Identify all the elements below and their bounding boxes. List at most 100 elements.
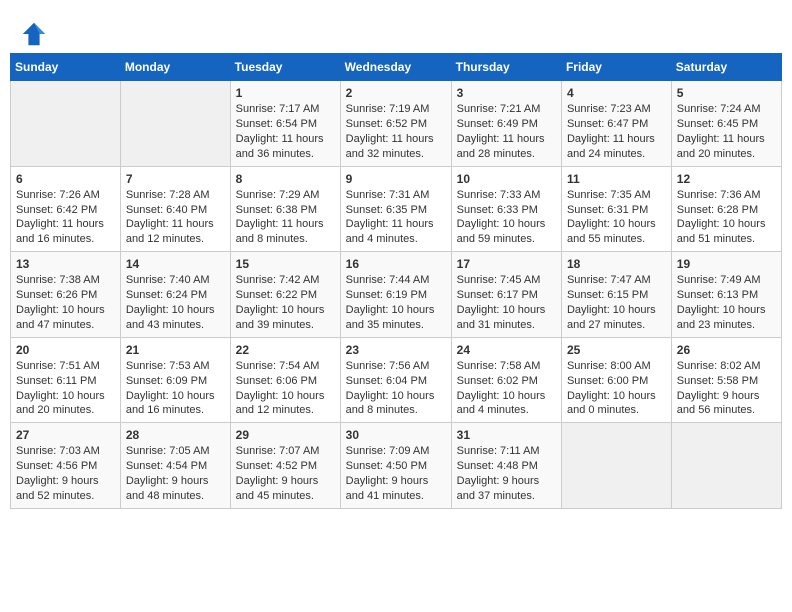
day-number: 24 (457, 342, 556, 358)
day-number: 19 (677, 256, 776, 272)
calendar-cell: 14Sunrise: 7:40 AMSunset: 6:24 PMDayligh… (120, 252, 230, 338)
day-number: 28 (126, 427, 225, 443)
day-content: Sunset: 6:06 PM (236, 374, 335, 389)
day-content: Sunrise: 7:42 AM (236, 273, 335, 288)
calendar-cell: 11Sunrise: 7:35 AMSunset: 6:31 PMDayligh… (561, 166, 671, 252)
day-content: Daylight: 10 hours and 31 minutes. (457, 303, 556, 333)
day-content: Sunset: 6:52 PM (346, 117, 446, 132)
day-content: Sunset: 4:48 PM (457, 459, 556, 474)
day-content: Sunrise: 7:38 AM (16, 273, 115, 288)
day-content: Sunrise: 7:21 AM (457, 102, 556, 117)
calendar-cell: 2Sunrise: 7:19 AMSunset: 6:52 PMDaylight… (340, 81, 451, 167)
day-content: Daylight: 10 hours and 16 minutes. (126, 389, 225, 419)
day-content: Sunrise: 8:02 AM (677, 359, 776, 374)
calendar-cell: 10Sunrise: 7:33 AMSunset: 6:33 PMDayligh… (451, 166, 561, 252)
day-content: Sunset: 4:50 PM (346, 459, 446, 474)
day-header-sunday: Sunday (11, 54, 121, 81)
day-number: 10 (457, 171, 556, 187)
calendar-cell (120, 81, 230, 167)
day-content: Sunset: 6:09 PM (126, 374, 225, 389)
day-number: 29 (236, 427, 335, 443)
day-number: 26 (677, 342, 776, 358)
calendar-cell: 13Sunrise: 7:38 AMSunset: 6:26 PMDayligh… (11, 252, 121, 338)
calendar-week-row: 13Sunrise: 7:38 AMSunset: 6:26 PM Dayligh… (11, 252, 782, 338)
day-content: Daylight: 10 hours and 59 minutes. (457, 217, 556, 247)
day-header-monday: Monday (120, 54, 230, 81)
day-content: Sunset: 6:15 PM (567, 288, 666, 303)
calendar-cell: 1Sunrise: 7:17 AMSunset: 6:54 PMDaylight… (230, 81, 340, 167)
day-content: Daylight: 9 hours and 45 minutes. (236, 474, 335, 504)
calendar-week-row: 27Sunrise: 7:03 AMSunset: 4:56 PM Dayligh… (11, 423, 782, 509)
calendar-cell: 20Sunrise: 7:51 AMSunset: 6:11 PMDayligh… (11, 337, 121, 423)
day-content: Sunset: 6:31 PM (567, 203, 666, 218)
calendar-cell: 6Sunrise: 7:26 AMSunset: 6:42 PMDaylight… (11, 166, 121, 252)
calendar-week-row: 1Sunrise: 7:17 AMSunset: 6:54 PMDaylight… (11, 81, 782, 167)
day-content: Daylight: 11 hours and 28 minutes. (457, 132, 556, 162)
day-content: Sunrise: 7:58 AM (457, 359, 556, 374)
day-content: Daylight: 11 hours and 36 minutes. (236, 132, 335, 162)
page-header (10, 10, 782, 53)
day-number: 8 (236, 171, 335, 187)
day-content: Daylight: 10 hours and 4 minutes. (457, 389, 556, 419)
day-number: 13 (16, 256, 115, 272)
day-content: Sunset: 6:54 PM (236, 117, 335, 132)
day-content: Sunset: 6:35 PM (346, 203, 446, 218)
day-content: Sunset: 6:11 PM (16, 374, 115, 389)
day-content: Sunrise: 7:51 AM (16, 359, 115, 374)
day-content: Daylight: 11 hours and 24 minutes. (567, 132, 666, 162)
day-number: 27 (16, 427, 115, 443)
day-number: 7 (126, 171, 225, 187)
day-content: Sunrise: 7:03 AM (16, 444, 115, 459)
day-content: Daylight: 10 hours and 20 minutes. (16, 389, 115, 419)
day-content: Sunrise: 7:36 AM (677, 188, 776, 203)
day-content: Sunrise: 7:07 AM (236, 444, 335, 459)
day-header-thursday: Thursday (451, 54, 561, 81)
day-content: Sunset: 6:13 PM (677, 288, 776, 303)
day-content: Sunset: 5:58 PM (677, 374, 776, 389)
calendar-cell (671, 423, 781, 509)
day-content: Sunset: 6:26 PM (16, 288, 115, 303)
day-content: Sunset: 6:22 PM (236, 288, 335, 303)
day-content: Sunrise: 7:56 AM (346, 359, 446, 374)
calendar-cell: 26Sunrise: 8:02 AMSunset: 5:58 PMDayligh… (671, 337, 781, 423)
calendar-cell: 5Sunrise: 7:24 AMSunset: 6:45 PMDaylight… (671, 81, 781, 167)
day-content: Sunrise: 7:23 AM (567, 102, 666, 117)
logo-icon (20, 20, 48, 48)
calendar-cell: 19Sunrise: 7:49 AMSunset: 6:13 PMDayligh… (671, 252, 781, 338)
day-number: 14 (126, 256, 225, 272)
day-content: Sunrise: 7:31 AM (346, 188, 446, 203)
calendar-cell: 15Sunrise: 7:42 AMSunset: 6:22 PMDayligh… (230, 252, 340, 338)
day-content: Daylight: 10 hours and 35 minutes. (346, 303, 446, 333)
calendar-cell (561, 423, 671, 509)
calendar-cell: 29Sunrise: 7:07 AMSunset: 4:52 PMDayligh… (230, 423, 340, 509)
day-content: Daylight: 9 hours and 48 minutes. (126, 474, 225, 504)
calendar-cell: 18Sunrise: 7:47 AMSunset: 6:15 PMDayligh… (561, 252, 671, 338)
day-content: Sunrise: 7:05 AM (126, 444, 225, 459)
day-number: 6 (16, 171, 115, 187)
day-number: 15 (236, 256, 335, 272)
calendar-cell: 30Sunrise: 7:09 AMSunset: 4:50 PMDayligh… (340, 423, 451, 509)
day-number: 4 (567, 85, 666, 101)
day-content: Daylight: 11 hours and 12 minutes. (126, 217, 225, 247)
day-content: Sunset: 6:19 PM (346, 288, 446, 303)
day-content: Daylight: 9 hours and 56 minutes. (677, 389, 776, 419)
day-content: Sunset: 6:02 PM (457, 374, 556, 389)
day-content: Daylight: 10 hours and 23 minutes. (677, 303, 776, 333)
day-content: Sunrise: 7:53 AM (126, 359, 225, 374)
day-content: Daylight: 11 hours and 16 minutes. (16, 217, 115, 247)
day-content: Sunset: 4:56 PM (16, 459, 115, 474)
day-number: 30 (346, 427, 446, 443)
day-header-tuesday: Tuesday (230, 54, 340, 81)
day-content: Daylight: 10 hours and 12 minutes. (236, 389, 335, 419)
day-content: Sunset: 6:47 PM (567, 117, 666, 132)
day-content: Sunset: 6:24 PM (126, 288, 225, 303)
day-content: Sunrise: 7:54 AM (236, 359, 335, 374)
day-content: Daylight: 10 hours and 55 minutes. (567, 217, 666, 247)
calendar-cell: 16Sunrise: 7:44 AMSunset: 6:19 PMDayligh… (340, 252, 451, 338)
day-content: Daylight: 10 hours and 51 minutes. (677, 217, 776, 247)
calendar-cell: 23Sunrise: 7:56 AMSunset: 6:04 PMDayligh… (340, 337, 451, 423)
calendar-cell: 27Sunrise: 7:03 AMSunset: 4:56 PMDayligh… (11, 423, 121, 509)
calendar-cell: 12Sunrise: 7:36 AMSunset: 6:28 PMDayligh… (671, 166, 781, 252)
day-content: Sunrise: 7:11 AM (457, 444, 556, 459)
day-content: Sunset: 4:52 PM (236, 459, 335, 474)
